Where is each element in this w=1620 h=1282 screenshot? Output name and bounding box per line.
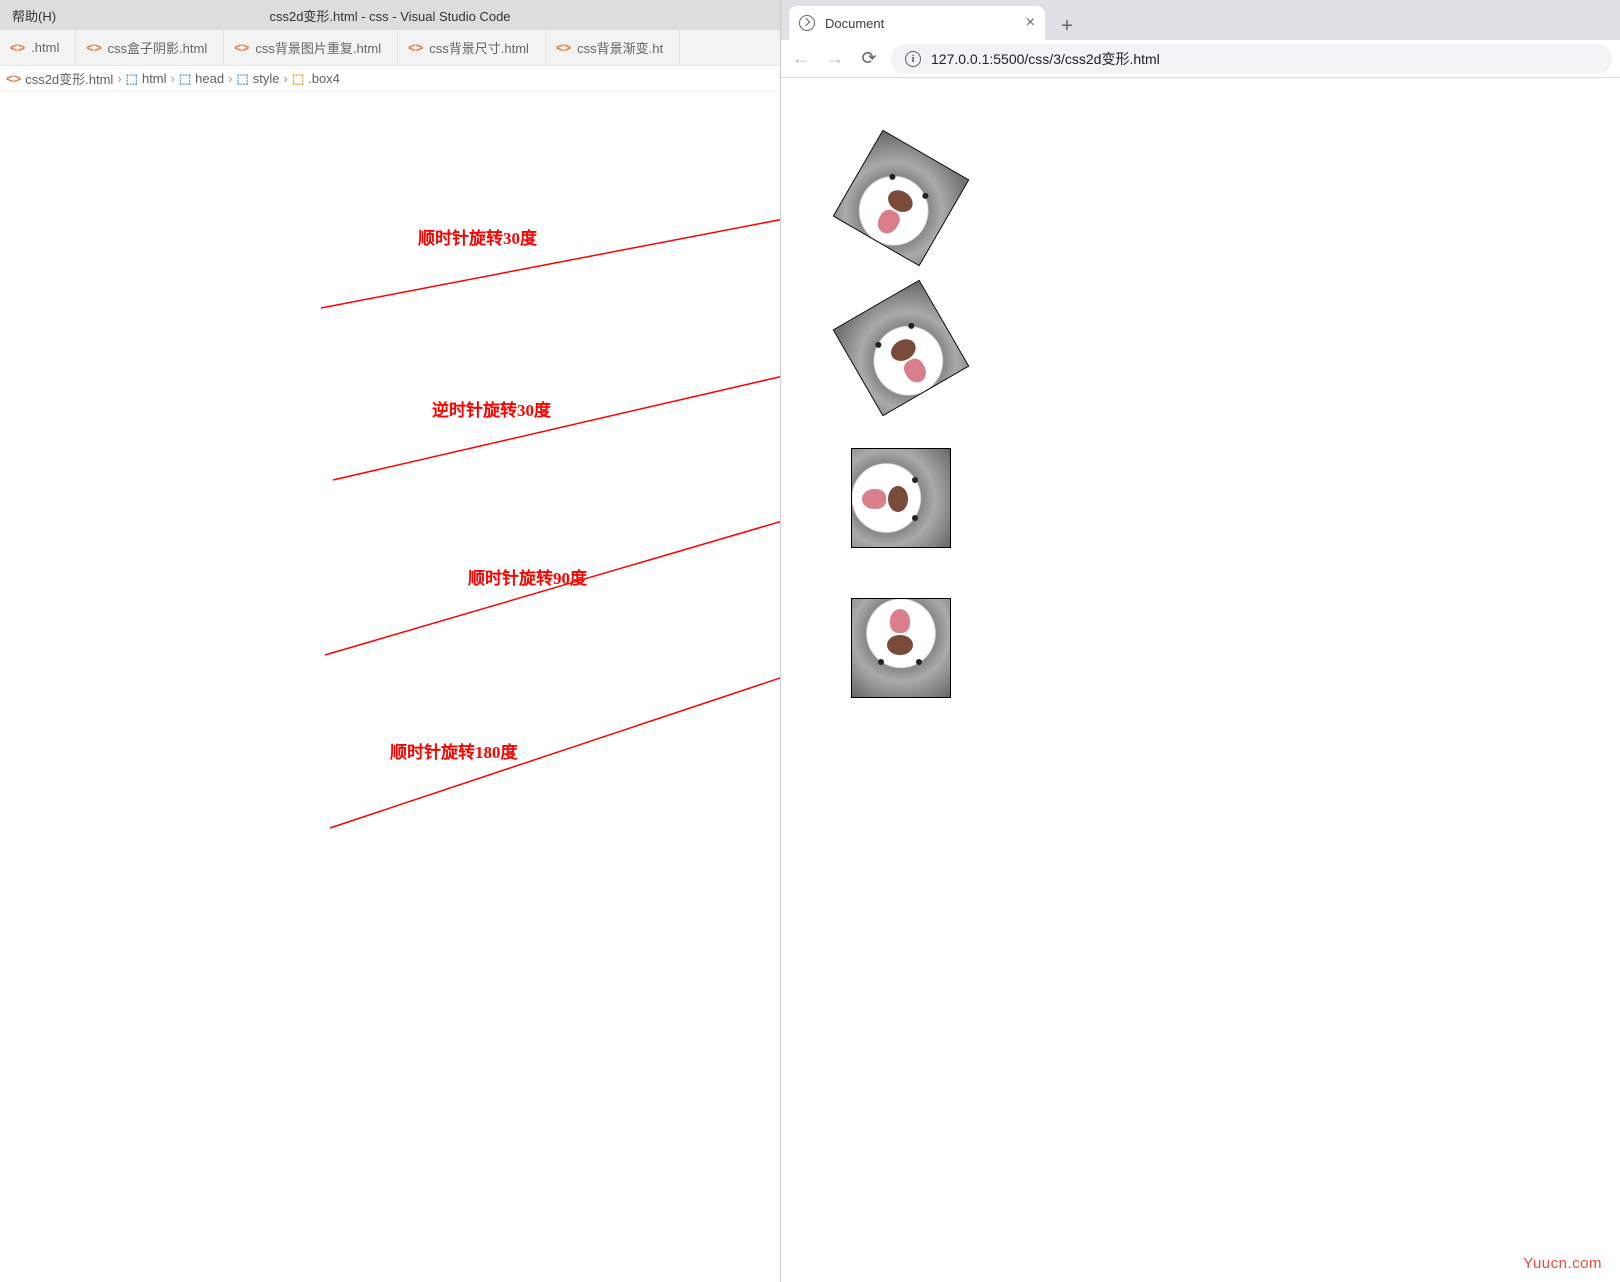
back-button[interactable]: ← [789,47,813,71]
code-editor[interactable] [0,92,780,100]
url-text: 127.0.0.1:5500/css/3/css2d变形.html [931,49,1160,69]
demo-box1 [833,130,970,267]
breadcrumb-item[interactable]: ⬚.box4 [292,71,340,87]
tab-label: css盒子阴影.html [108,38,208,57]
chrome-tabstrip: Document × + [781,0,1620,40]
watermark: Yuucn.com [1523,1255,1602,1272]
new-tab-button[interactable]: + [1053,12,1081,40]
breadcrumb-item[interactable]: <>css2d变形.html [6,69,113,88]
tag-icon: ⬚ [236,71,248,87]
editor-tabs: <>.html <>css盒子阴影.html <>css背景图片重复.html … [0,30,780,66]
vscode-editor: 帮助(H) css2d变形.html - css - Visual Studio… [0,0,780,1282]
breadcrumb: <>css2d变形.html › ⬚html › ⬚head › ⬚style › ⬚.… [0,66,780,92]
tab-label: .html [31,40,59,55]
tag-icon: ⬚ [126,71,138,87]
editor-tab[interactable]: <> css背景渐变.ht [546,30,680,65]
breadcrumb-item[interactable]: ⬚html [126,71,167,87]
menu-help[interactable]: 帮助(H) [12,6,56,25]
html-icon: <> [408,40,423,55]
demo-box2 [833,280,970,417]
tab-label: css背景渐变.ht [577,38,663,57]
close-icon[interactable]: × [1026,14,1035,32]
chevron-right-icon: › [171,71,175,86]
chevron-right-icon: › [117,71,121,86]
html-icon: <> [234,40,249,55]
address-bar[interactable]: i 127.0.0.1:5500/css/3/css2d变形.html [891,44,1612,74]
editor-tab[interactable]: <> css背景尺寸.html [398,30,546,65]
vscode-titlebar: 帮助(H) css2d变形.html - css - Visual Studio… [0,0,780,30]
html-icon: <> [10,40,25,55]
chrome-browser: Document × + ← → ⟳ i 127.0.0.1:5500/css/… [780,0,1620,1282]
breadcrumb-item[interactable]: ⬚head [179,71,224,87]
html-icon: <> [556,40,571,55]
globe-icon [799,15,815,31]
editor-tab[interactable]: <> css背景图片重复.html [224,30,398,65]
html-icon: <> [6,71,21,86]
forward-button[interactable]: → [823,47,847,71]
editor-tab[interactable]: <> css盒子阴影.html [76,30,224,65]
demo-box3 [851,448,951,548]
chevron-right-icon: › [228,71,232,86]
info-icon[interactable]: i [905,51,921,67]
tab-title: Document [825,16,884,31]
editor-tab[interactable]: <> .html [0,30,76,65]
tag-icon: ⬚ [179,71,191,87]
tab-label: css背景图片重复.html [255,38,381,57]
chevron-right-icon: › [283,71,287,86]
chrome-toolbar: ← → ⟳ i 127.0.0.1:5500/css/3/css2d变形.htm… [781,40,1620,78]
class-icon: ⬚ [292,71,304,87]
html-icon: <> [86,40,101,55]
demo-box4 [851,598,951,698]
reload-button[interactable]: ⟳ [857,47,881,71]
breadcrumb-item[interactable]: ⬚style [236,71,279,87]
window-title: css2d变形.html - css - Visual Studio Code [269,6,510,25]
chrome-tab[interactable]: Document × [789,6,1045,40]
tab-label: css背景尺寸.html [429,38,529,57]
page-content [781,78,1620,768]
